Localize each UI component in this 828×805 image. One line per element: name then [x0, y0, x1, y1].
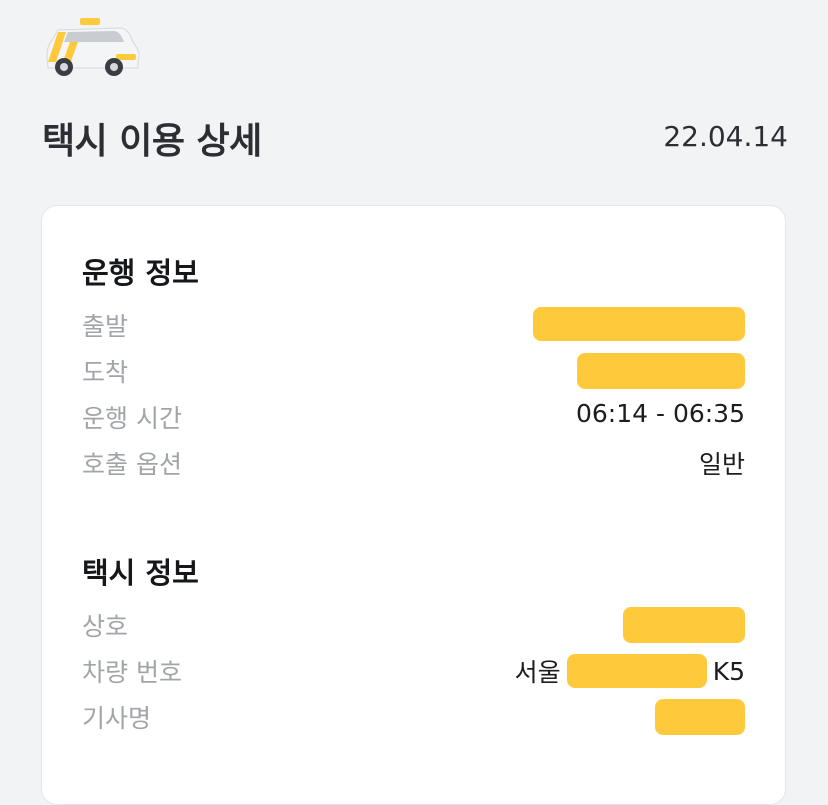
call-option-label: 호출 옵션: [82, 450, 182, 479]
driver-value-redacted: [655, 699, 745, 735]
departure-value-redacted: [533, 307, 745, 341]
call-option-row: 호출 옵션 일반: [82, 445, 745, 485]
trip-info-title: 운행 정보: [82, 256, 199, 290]
arrival-row: 도착: [82, 353, 745, 393]
page-header: 택시 이용 상세 22.04.14: [42, 112, 788, 162]
arrival-label: 도착: [82, 358, 129, 387]
arrival-value-redacted: [577, 353, 745, 389]
call-option-value: 일반: [698, 450, 745, 479]
ride-time-row: 운행 시간 06:14 - 06:35: [82, 399, 745, 439]
ride-time-label: 운행 시간: [82, 404, 182, 433]
company-label: 상호: [82, 612, 129, 641]
ride-detail-card: 운행 정보 출발 도착 운행 시간 06:14 - 06:35 호출 옵션 일반…: [41, 205, 786, 805]
page-title: 택시 이용 상세: [42, 121, 262, 162]
plate-suffix: K5: [712, 656, 745, 686]
plate-row: 차량 번호 서울 K5: [82, 653, 745, 693]
plate-prefix: 서울: [514, 658, 561, 687]
plate-value: 서울 K5: [515, 653, 745, 689]
departure-label: 출발: [82, 312, 129, 341]
plate-number-redacted: [566, 654, 707, 688]
taxi-car-icon: [46, 18, 140, 76]
taxi-info-title: 택시 정보: [82, 556, 199, 590]
ride-date: 22.04.14: [663, 120, 788, 153]
driver-row: 기사명: [82, 699, 745, 739]
plate-label: 차량 번호: [82, 658, 182, 687]
company-value-redacted: [623, 607, 745, 643]
company-row: 상호: [82, 607, 745, 647]
driver-label: 기사명: [82, 704, 152, 733]
ride-time-value: 06:14 - 06:35: [575, 399, 745, 428]
departure-row: 출발: [82, 307, 745, 347]
